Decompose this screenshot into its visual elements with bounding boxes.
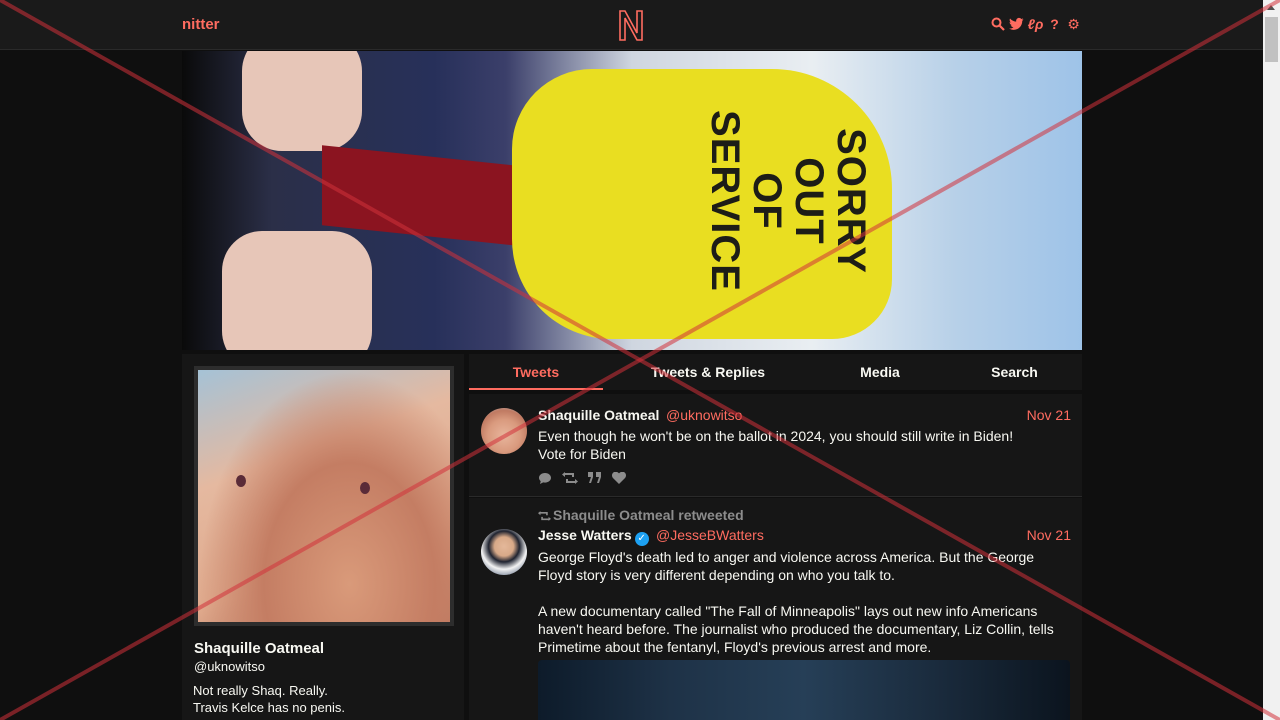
tweet-avatar[interactable]: [481, 529, 527, 575]
timeline-tabs: Tweets Tweets & Replies Media Search: [469, 354, 1082, 390]
verified-badge-icon: ✓: [634, 532, 649, 546]
banner-hand-bottom: [222, 231, 372, 350]
gear-icon[interactable]: ⚙: [1066, 15, 1081, 33]
profile-avatar[interactable]: [194, 366, 454, 626]
tweet-paragraph: A new documentary called "The Fall of Mi…: [538, 603, 1054, 655]
top-navbar: nitter ℓρ ? ⚙: [0, 0, 1263, 50]
scroll-up-arrow-icon[interactable]: [1267, 5, 1275, 10]
heart-icon[interactable]: [612, 471, 626, 488]
nav-icons: ℓρ ? ⚙: [990, 15, 1081, 33]
tweet-author-handle[interactable]: @uknowitso: [666, 407, 742, 423]
tweet-text-line: Vote for Biden: [538, 446, 626, 462]
retweet-header: Shaquille Oatmeal retweeted: [538, 507, 744, 523]
avatar-mark-2: [360, 482, 370, 494]
brand-link[interactable]: nitter: [182, 16, 220, 33]
tweet-text: Even though he won't be on the ballot in…: [538, 427, 1068, 463]
tweet-item[interactable]: Shaquille Oatmeal @uknowitso Nov 21 Even…: [469, 394, 1082, 497]
tweet-media[interactable]: [538, 660, 1070, 720]
avatar-image: [198, 370, 450, 622]
tweet-item[interactable]: Shaquille Oatmeal retweeted Jesse Watter…: [469, 498, 1082, 720]
profile-card: Shaquille Oatmeal @uknowitso Not really …: [182, 354, 464, 720]
profile-bio-line: Travis Kelce has no penis.: [193, 700, 345, 715]
banner-hand-top: [242, 51, 362, 151]
profile-name[interactable]: Shaquille Oatmeal: [194, 640, 324, 657]
tab-tweets-replies[interactable]: Tweets & Replies: [603, 354, 813, 390]
comment-icon[interactable]: [538, 472, 552, 488]
profile-bio: Not really Shaq. Really. Travis Kelce ha…: [193, 682, 345, 716]
profile-handle[interactable]: @uknowitso: [194, 659, 265, 674]
tweet-paragraph: George Floyd's death led to anger and vi…: [538, 549, 1035, 583]
retweet-icon[interactable]: [562, 472, 578, 488]
profile-banner[interactable]: SORRY OUT OF SERVICE: [182, 51, 1082, 350]
timeline: Tweets Tweets & Replies Media Search Sha…: [469, 354, 1082, 720]
help-icon[interactable]: ?: [1047, 15, 1062, 33]
tab-search[interactable]: Search: [947, 354, 1082, 390]
profile-bio-line: Not really Shaq. Really.: [193, 683, 328, 698]
tab-media[interactable]: Media: [813, 354, 947, 390]
tab-tweets[interactable]: Tweets: [469, 354, 603, 390]
nitter-logo-icon[interactable]: [617, 9, 645, 42]
quote-icon[interactable]: [588, 472, 602, 488]
tweet-text-line: Even though he won't be on the ballot in…: [538, 428, 1014, 444]
tweet-author-name[interactable]: Shaquille Oatmeal: [538, 407, 659, 423]
tweet-stats: [538, 471, 626, 488]
avatar-mark-1: [236, 475, 246, 487]
twitter-icon[interactable]: [1009, 15, 1024, 33]
tweet-author-name[interactable]: Jesse Watters ✓: [538, 527, 649, 546]
banner-sign-text: SORRY OUT OF SERVICE: [703, 110, 873, 292]
tweet-text: George Floyd's death led to anger and vi…: [538, 548, 1068, 656]
rss-icon[interactable]: ℓρ: [1028, 15, 1044, 33]
tweet-author-handle[interactable]: @JesseBWatters: [656, 527, 764, 543]
tweet-date[interactable]: Nov 21: [1027, 527, 1071, 543]
tweet-avatar[interactable]: [481, 408, 527, 454]
retweet-label[interactable]: Shaquille Oatmeal retweeted: [553, 507, 744, 523]
scrollbar-thumb[interactable]: [1265, 17, 1278, 62]
page-scrollbar[interactable]: [1263, 0, 1280, 720]
tweet-author-name-text: Jesse Watters: [538, 527, 632, 543]
search-icon[interactable]: [990, 15, 1005, 33]
tweet-date[interactable]: Nov 21: [1027, 407, 1071, 423]
